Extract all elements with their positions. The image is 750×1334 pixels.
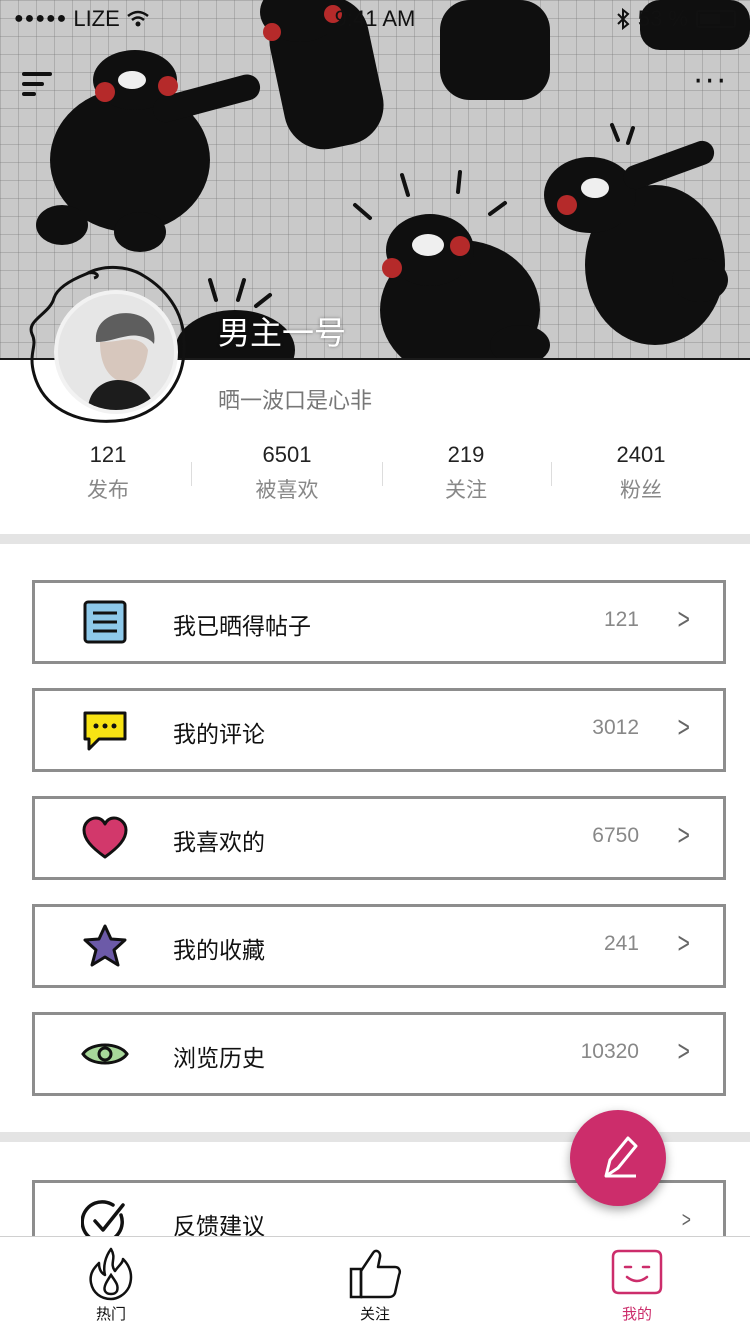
stat-label: 关注 — [445, 478, 487, 502]
posts-icon — [83, 600, 127, 644]
stat-value: 121 — [89, 442, 127, 467]
chevron-right-icon: > — [678, 711, 691, 744]
stat-value: 2401 — [616, 442, 666, 467]
user-name: 男主一号 — [218, 314, 347, 352]
chevron-right-icon: > — [678, 1035, 691, 1068]
menu-item-count: 10320 — [580, 1040, 639, 1063]
comment-icon — [83, 711, 127, 751]
menu-item-my-likes[interactable]: 我喜欢的 6750 > — [32, 796, 726, 880]
menu-item-count: 241 — [603, 932, 639, 955]
menu-item-count: 121 — [603, 608, 639, 631]
menu-item-history[interactable]: 浏览历史 10320 > — [32, 1012, 726, 1096]
star-icon — [83, 924, 127, 967]
stat-label: 被喜欢 — [255, 478, 319, 502]
tab-hot[interactable]: 热门 — [61, 1245, 161, 1324]
stat-following[interactable]: 219 关注 — [406, 442, 526, 504]
avatar[interactable] — [54, 290, 178, 414]
stat-label: 粉丝 — [620, 478, 662, 502]
tab-following[interactable]: 关注 — [325, 1245, 425, 1324]
menu-item-my-comments[interactable]: 我的评论 3012 > — [32, 688, 726, 772]
bottom-tab-bar: 热门 关注 我的 — [0, 1236, 750, 1334]
menu-item-my-posts[interactable]: 我已晒得帖子 121 > — [32, 580, 726, 664]
avatar-container[interactable] — [24, 262, 194, 426]
battery-percent: 53 % — [637, 6, 688, 31]
tab-label: 热门 — [95, 1305, 126, 1323]
status-right: 53 % — [616, 6, 736, 32]
stat-liked[interactable]: 6501 被喜欢 — [227, 442, 347, 504]
menu-item-label: 我的收藏 — [173, 938, 265, 964]
menu-icon[interactable] — [22, 72, 56, 98]
avatar-photo — [58, 294, 174, 410]
stat-value: 219 — [447, 442, 485, 467]
chevron-right-icon: > — [678, 927, 691, 960]
menu-item-label: 我已晒得帖子 — [173, 614, 311, 640]
menu-item-my-favorites[interactable]: 我的收藏 241 > — [32, 904, 726, 988]
stat-followers[interactable]: 2401 粉丝 — [581, 442, 701, 504]
chevron-right-icon: > — [678, 603, 691, 636]
menu-item-label: 我的评论 — [173, 722, 265, 748]
tab-label: 我的 — [621, 1305, 652, 1323]
section-divider — [0, 534, 750, 544]
menu-item-label: 我喜欢的 — [173, 830, 265, 856]
profile-stats: 121 发布 6501 被喜欢 219 关注 2401 粉丝 — [0, 442, 750, 512]
stat-value: 6501 — [262, 442, 312, 467]
chevron-right-icon: > — [678, 819, 691, 852]
tab-mine[interactable]: 我的 — [587, 1245, 687, 1324]
stat-divider — [191, 462, 192, 486]
menu-item-count: 6750 — [592, 824, 639, 847]
stat-posts[interactable]: 121 发布 — [48, 442, 168, 504]
heart-icon — [82, 816, 128, 859]
eye-icon — [81, 1043, 129, 1065]
stat-label: 发布 — [87, 478, 129, 502]
menu-item-count: 3012 — [592, 716, 639, 739]
stat-divider — [382, 462, 383, 486]
menu-item-label: 浏览历史 — [173, 1046, 265, 1072]
user-bio: 晒一波口是心非 — [218, 389, 373, 414]
thumbs-up-icon — [349, 1249, 402, 1299]
fire-icon — [89, 1247, 133, 1301]
bluetooth-icon — [617, 8, 630, 30]
stat-divider — [551, 462, 552, 486]
battery-icon — [696, 10, 736, 28]
status-bar: ●●●●● LIZE 9:41 AM 53 % — [0, 0, 750, 40]
face-icon — [611, 1249, 663, 1295]
chevron-right-icon: > — [682, 1207, 692, 1232]
tab-label: 关注 — [359, 1305, 390, 1323]
compose-button[interactable] — [570, 1110, 666, 1206]
pencil-icon — [604, 1136, 638, 1178]
more-options-icon[interactable]: ··· — [693, 67, 728, 97]
